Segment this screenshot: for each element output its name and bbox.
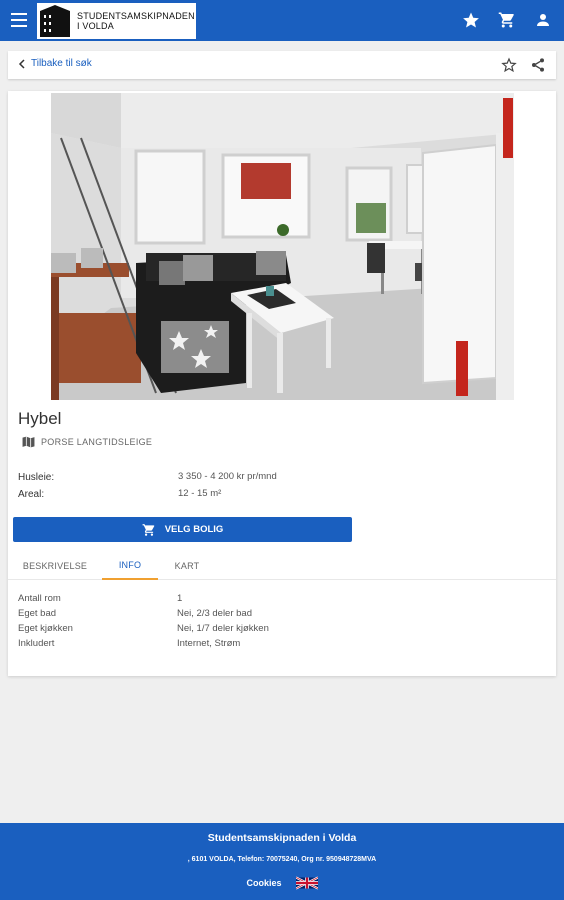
tab-map[interactable]: KART (162, 552, 212, 580)
chevron-left-icon (18, 58, 25, 69)
back-bar: Tilbake til søk (8, 51, 556, 79)
star-outline-icon[interactable] (501, 57, 517, 73)
rent-value: 3 350 - 4 200 kr pr/mnd (178, 471, 277, 482)
listing-card: Hybel PORSE LANGTIDSLEIGE Husleie: 3 350… (8, 91, 556, 676)
info-label-bathroom: Eget bad (18, 608, 57, 619)
info-label-included: Inkludert (18, 638, 55, 649)
logo-mark-icon (37, 3, 73, 39)
person-icon[interactable] (534, 11, 552, 29)
uk-flag-icon[interactable] (295, 876, 318, 890)
info-label-rooms: Antall rom (18, 593, 61, 604)
tab-bar: BESKRIVELSE INFO KART (8, 552, 556, 580)
info-label-kitchen: Eget kjøkken (18, 623, 73, 634)
logo-line-1: STUDENTSAMSKIPNADEN (77, 11, 195, 21)
cart-icon[interactable] (498, 11, 516, 29)
footer: Studentsamskipnaden i Volda , 6101 VOLDA… (0, 823, 564, 900)
footer-title: Studentsamskipnaden i Volda (207, 832, 357, 844)
info-value-kitchen: Nei, 1/7 deler kjøkken (177, 623, 269, 634)
logo[interactable]: STUDENTSAMSKIPNADEN I VOLDA (37, 3, 196, 39)
location-label: PORSE LANGTIDSLEIGE (41, 437, 153, 447)
back-to-search-link[interactable]: Tilbake til søk (18, 58, 92, 69)
select-housing-button[interactable]: VELG BOLIG (13, 517, 352, 542)
cookies-link[interactable]: Cookies (246, 878, 281, 888)
rent-label: Husleie: (18, 472, 55, 483)
footer-contact: , 6101 VOLDA, Telefon: 70075240, Org nr.… (187, 856, 377, 863)
listing-location: PORSE LANGTIDSLEIGE (22, 436, 152, 448)
cart-icon (142, 523, 154, 536)
back-label: Tilbake til søk (31, 58, 92, 69)
menu-icon[interactable] (11, 13, 27, 27)
area-label: Areal: (18, 489, 45, 500)
info-value-rooms: 1 (177, 593, 183, 604)
info-value-bathroom: Nei, 2/3 deler bad (177, 608, 252, 619)
app-bar: STUDENTSAMSKIPNADEN I VOLDA (0, 0, 564, 41)
area-value: 12 - 15 m² (178, 488, 222, 499)
map-icon (22, 436, 35, 448)
room-photo (51, 93, 514, 400)
info-value-included: Internet, Strøm (177, 638, 241, 649)
star-icon[interactable] (462, 11, 480, 29)
logo-line-2: I VOLDA (77, 21, 114, 31)
share-icon[interactable] (530, 57, 546, 73)
tab-description[interactable]: BESKRIVELSE (12, 552, 98, 580)
tab-info[interactable]: INFO (102, 552, 158, 580)
listing-title: Hybel (18, 409, 62, 428)
select-housing-label: VELG BOLIG (164, 524, 224, 535)
